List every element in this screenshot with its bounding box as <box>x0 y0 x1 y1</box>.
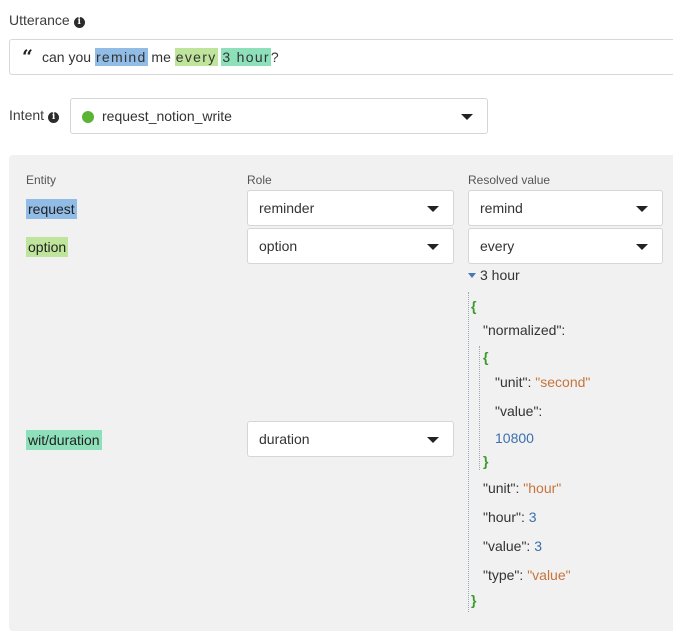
chevron-down-icon <box>427 206 439 212</box>
chevron-down-icon <box>427 244 439 250</box>
utterance-text: can you remind me every 3 hour? <box>42 48 279 66</box>
chevron-down-icon <box>636 244 648 250</box>
intent-label: Intent i <box>9 107 60 123</box>
intent-status-dot <box>82 111 94 123</box>
json-pair: "value": 3 <box>483 538 542 554</box>
role-select-request[interactable]: reminder <box>247 190 454 226</box>
quote-icon: “ <box>22 46 33 68</box>
info-icon[interactable]: i <box>73 17 85 28</box>
entity-tag-duration[interactable]: wit/duration <box>26 430 102 450</box>
intent-label-text: Intent <box>9 107 45 123</box>
role-value: duration <box>259 431 310 447</box>
resolved-select-option[interactable]: every <box>468 228 663 264</box>
json-pair: "hour": 3 <box>483 509 537 525</box>
json-number: 10800 <box>495 430 534 446</box>
resolved-value-column-header: Resolved value <box>468 173 551 187</box>
json-viewer <box>468 292 669 612</box>
duration-value-toggle[interactable]: 3 hour <box>468 267 520 283</box>
json-key: "value": <box>495 403 543 419</box>
entity-column-header: Entity <box>26 173 57 187</box>
role-select-duration[interactable]: duration <box>247 421 454 457</box>
utterance-entity-option[interactable]: every <box>174 48 218 66</box>
role-select-option[interactable]: option <box>247 228 454 264</box>
utterance-label-text: Utterance <box>9 12 70 28</box>
intent-value: request_notion_write <box>102 108 232 124</box>
json-pair: "unit": "hour" <box>483 480 562 496</box>
resolved-value: remind <box>480 200 523 216</box>
json-brace: } <box>483 453 489 469</box>
utterance-entity-request[interactable]: remind <box>94 48 148 66</box>
role-column-header: Role <box>247 173 272 187</box>
info-icon[interactable]: i <box>48 112 60 123</box>
utterance-entity-duration[interactable]: 3 hour <box>221 48 271 66</box>
intent-select[interactable]: request_notion_write <box>70 98 488 134</box>
json-inner-rule <box>479 346 480 470</box>
entity-tag-request[interactable]: request <box>26 199 77 219</box>
entity-tag-option[interactable]: option <box>26 237 69 257</box>
duration-summary: 3 hour <box>480 267 520 283</box>
role-value: reminder <box>259 200 315 216</box>
chevron-down-icon <box>427 437 439 443</box>
json-brace: } <box>471 592 477 608</box>
chevron-down-icon <box>461 114 473 120</box>
json-key: "normalized": <box>483 322 566 338</box>
json-brace: { <box>483 349 489 365</box>
role-value: option <box>259 238 298 254</box>
utterance-box[interactable]: “ can you remind me every 3 hour? <box>9 39 673 75</box>
json-pair: "unit": "second" <box>495 374 591 390</box>
json-brace: { <box>471 298 477 314</box>
resolved-value: every <box>480 238 515 254</box>
utterance-label: Utterance i <box>9 12 85 28</box>
caret-down-icon <box>468 273 476 278</box>
resolved-select-request[interactable]: remind <box>468 190 663 226</box>
chevron-down-icon <box>636 206 648 212</box>
json-pair: "type": "value" <box>483 567 571 583</box>
